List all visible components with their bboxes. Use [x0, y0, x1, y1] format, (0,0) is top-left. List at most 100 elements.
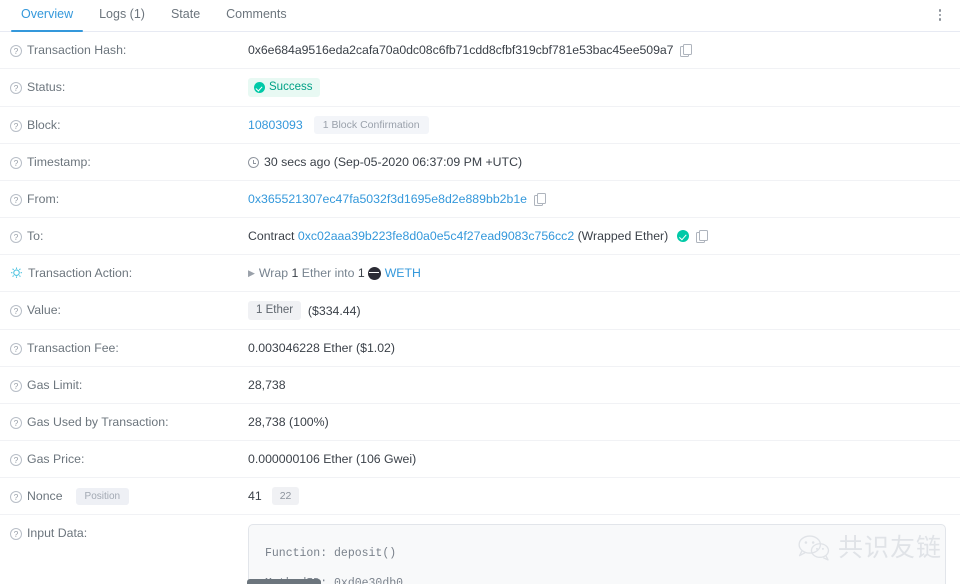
gas-used-text: 28,738 (100%)	[248, 415, 329, 429]
position-label-badge: Position	[75, 488, 130, 505]
kebab-dot	[938, 13, 942, 17]
label-text: Status:	[27, 80, 66, 94]
label-transaction-fee: ? Transaction Fee:	[10, 339, 248, 357]
to-address-link[interactable]: 0xc02aaa39b223fe8d0a0e5c4f27ead9083c756c…	[298, 227, 574, 245]
row-input-data: ? Input Data: Function: deposit() Method…	[0, 515, 960, 584]
to-suffix-text: (Wrapped Ether)	[577, 229, 669, 243]
input-data-line-function: Function: deposit()	[265, 547, 397, 560]
view-input-as-button[interactable]	[247, 579, 321, 584]
row-status: ? Status: Success	[0, 69, 960, 107]
value-gas-limit: 28,738	[248, 376, 946, 394]
weth-token-link[interactable]: WETH	[385, 264, 421, 282]
action-amount-out: 1	[357, 266, 365, 280]
kebab-dot	[938, 9, 942, 12]
verified-contract-icon	[677, 230, 690, 242]
timestamp-relative-text: 30 secs ago	[264, 155, 331, 169]
from-address-link[interactable]: 0x365521307ec47fa5032f3d1695e8d2e889bb2b…	[248, 190, 527, 208]
row-value: ? Value: 1 Ether ($334.44)	[0, 292, 960, 330]
row-gas-used: ? Gas Used by Transaction: 28,738 (100%)	[0, 404, 960, 441]
label-text: Nonce	[27, 489, 63, 503]
label-text: Input Data:	[27, 526, 88, 540]
help-icon[interactable]: ?	[10, 156, 22, 169]
help-icon[interactable]: ?	[10, 81, 22, 94]
label-timestamp: ? Timestamp:	[10, 153, 248, 171]
help-icon[interactable]: ?	[10, 490, 22, 503]
tab-comments[interactable]: Comments	[213, 0, 299, 31]
label-text: Transaction Action:	[28, 266, 133, 280]
tab-bar: Overview Logs (1) State Comments	[0, 0, 960, 32]
help-icon[interactable]: ?	[10, 527, 22, 540]
block-number-link[interactable]: 10803093	[248, 116, 303, 134]
block-confirmation-badge: 1 Block Confirmation	[313, 116, 429, 134]
row-gas-price: ? Gas Price: 0.000000106 Ether (106 Gwei…	[0, 441, 960, 478]
tab-state[interactable]: State	[158, 0, 213, 31]
help-icon[interactable]: ?	[10, 416, 22, 429]
input-data-line-methodid: MethodID: 0xd0e30db0	[265, 577, 404, 584]
transaction-fee-text: 0.003046228 Ether ($1.02)	[248, 341, 395, 355]
value-transaction-hash: 0x6e684a9516eda2cafa70a0dc08c6fb71cdd8cf…	[248, 41, 946, 59]
value-from: 0x365521307ec47fa5032f3d1695e8d2e889bb2b…	[248, 190, 946, 208]
value-badge: 1 Ether	[248, 301, 302, 320]
help-icon[interactable]: ?	[10, 342, 22, 355]
label-gas-used: ? Gas Used by Transaction:	[10, 413, 248, 431]
to-prefix-text: Contract	[248, 229, 295, 243]
value-transaction-fee: 0.003046228 Ether ($1.02)	[248, 339, 946, 357]
input-data-textarea[interactable]: Function: deposit() MethodID: 0xd0e30db0	[248, 524, 946, 584]
copy-icon[interactable]	[534, 193, 547, 206]
label-text: Gas Used by Transaction:	[27, 415, 169, 429]
help-icon[interactable]: ?	[10, 453, 22, 466]
action-amount-in: 1	[291, 266, 299, 280]
label-gas-price: ? Gas Price:	[10, 450, 248, 468]
transaction-hash-text: 0x6e684a9516eda2cafa70a0dc08c6fb71cdd8cf…	[248, 43, 674, 57]
label-gas-limit: ? Gas Limit:	[10, 376, 248, 394]
kebab-dot	[938, 18, 942, 21]
label-value: ? Value:	[10, 301, 248, 319]
value-timestamp: 30 secs ago (Sep-05-2020 06:37:09 PM +UT…	[248, 153, 946, 171]
action-middle-text: Ether into	[301, 266, 355, 280]
label-transaction-hash: ? Transaction Hash:	[10, 41, 248, 59]
label-transaction-action: Transaction Action:	[10, 264, 248, 282]
label-text: To:	[27, 229, 44, 243]
status-badge: Success	[248, 78, 321, 97]
value-usd-text: ($334.44)	[307, 303, 361, 318]
value-gas-price: 0.000000106 Ether (106 Gwei)	[248, 450, 946, 468]
copy-icon[interactable]	[696, 230, 709, 243]
label-text: Transaction Hash:	[27, 43, 127, 57]
row-transaction-action: Transaction Action: ▶ Wrap 1 Ether into …	[0, 255, 960, 292]
label-status: ? Status:	[10, 78, 248, 96]
help-icon[interactable]: ?	[10, 379, 22, 392]
row-from: ? From: 0x365521307ec47fa5032f3d1695e8d2…	[0, 181, 960, 218]
action-verb-text: Wrap	[258, 266, 289, 280]
expand-caret-icon[interactable]: ▶	[248, 264, 255, 282]
label-text: Block:	[27, 118, 61, 132]
value-amount: 1 Ether ($334.44)	[248, 301, 946, 320]
help-icon[interactable]: ?	[10, 304, 22, 317]
help-icon[interactable]: ?	[10, 193, 22, 206]
tab-logs[interactable]: Logs (1)	[86, 0, 158, 31]
value-to: Contract 0xc02aaa39b223fe8d0a0e5c4f27ead…	[248, 227, 946, 245]
row-block: ? Block: 10803093 1 Block Confirmation	[0, 107, 960, 144]
gas-price-text: 0.000000106 Ether (106 Gwei)	[248, 452, 417, 466]
clock-icon	[248, 156, 259, 168]
label-to: ? To:	[10, 227, 248, 245]
label-block: ? Block:	[10, 116, 248, 134]
help-icon[interactable]: ?	[10, 44, 22, 57]
copy-icon[interactable]	[680, 44, 693, 57]
label-from: ? From:	[10, 190, 248, 208]
label-text: From:	[27, 192, 60, 206]
position-value-badge: 22	[271, 487, 300, 505]
tab-overview[interactable]: Overview	[8, 0, 86, 32]
row-gas-limit: ? Gas Limit: 28,738	[0, 367, 960, 404]
value-nonce: 41 22	[248, 487, 946, 505]
timestamp-full-text: (Sep-05-2020 06:37:09 PM +UTC)	[333, 155, 523, 169]
more-options-icon[interactable]	[930, 5, 950, 25]
label-text: Value:	[27, 303, 61, 317]
transaction-details-card: Overview Logs (1) State Comments ? Trans…	[0, 0, 960, 584]
weth-token-icon	[367, 266, 381, 280]
help-icon[interactable]: ?	[10, 230, 22, 243]
help-icon[interactable]: ?	[10, 119, 22, 132]
value-input-data: Function: deposit() MethodID: 0xd0e30db0	[248, 524, 946, 584]
lightbulb-icon	[10, 267, 23, 278]
label-text: Gas Limit:	[27, 378, 83, 392]
label-text: Gas Price:	[27, 452, 85, 466]
